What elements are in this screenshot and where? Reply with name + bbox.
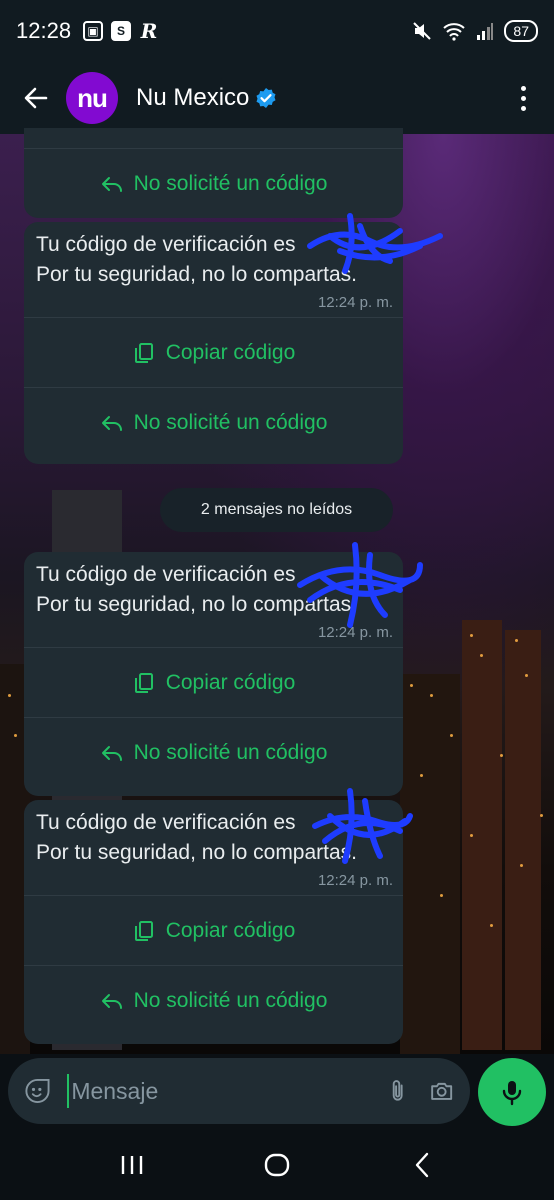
message-input[interactable] <box>71 1077 368 1105</box>
action-label: Copiar código <box>165 918 296 942</box>
arrow-left-icon <box>24 87 48 109</box>
microphone-icon <box>502 1081 522 1106</box>
action-label: Copiar código <box>165 340 296 364</box>
home-icon <box>264 1153 290 1177</box>
recents-button[interactable] <box>102 1140 162 1190</box>
reply-icon <box>101 415 122 431</box>
camera-icon[interactable] <box>429 1075 454 1107</box>
reply-icon <box>101 176 122 192</box>
unread-messages-divider: 2 mensajes no leídos <box>160 488 393 532</box>
back-nav-button[interactable] <box>392 1140 452 1190</box>
not-requested-button[interactable]: No solicité un código <box>24 717 403 787</box>
action-label: No solicité un código <box>133 410 328 434</box>
copy-code-button[interactable]: Copiar código <box>24 647 403 717</box>
message-text: Tu código de verificación es Por tu segu… <box>24 552 403 620</box>
message-line-2: Por tu seguridad, no lo compartas. <box>36 841 358 864</box>
copy-icon <box>134 920 153 941</box>
message-line-1: Tu código de verificación es <box>36 563 296 586</box>
overflow-menu-button[interactable] <box>508 78 538 118</box>
s-app-icon: S <box>111 21 132 41</box>
screenshot-icon: ▣ <box>83 21 104 41</box>
action-label: No solicité un código <box>133 740 328 764</box>
system-navigation-bar <box>0 1130 554 1200</box>
paperclip-icon[interactable] <box>385 1075 410 1107</box>
action-label: No solicité un código <box>133 171 328 195</box>
message-line-2: Por tu seguridad, no lo compartas. <box>36 593 358 616</box>
action-label: No solicité un código <box>133 988 328 1012</box>
message-bubble: No solicité un código <box>24 128 403 218</box>
message-bubble: Tu código de verificación es Por tu segu… <box>24 552 403 796</box>
mute-vibrate-icon <box>413 22 432 40</box>
copy-icon <box>134 672 153 693</box>
message-text: Tu código de verificación es Por tu segu… <box>24 800 403 868</box>
message-line-1: Tu código de verificación es <box>36 811 296 834</box>
message-bubble: Tu código de verificación es Por tu segu… <box>24 800 403 1044</box>
message-line-1: Tu código de verificación es <box>36 233 296 256</box>
contact-name: Nu Mexico <box>136 84 250 111</box>
message-time: 12:24 p. m. <box>317 294 393 311</box>
message-time: 12:24 p. m. <box>317 872 393 889</box>
contact-name-group[interactable]: Nu Mexico <box>136 84 277 112</box>
chat-header: nu Nu Mexico <box>0 62 554 134</box>
battery-indicator: 87 <box>504 20 538 42</box>
message-line-2: Por tu seguridad, no lo compartas. <box>36 263 358 286</box>
r-app-icon: R <box>140 19 158 43</box>
wifi-6-icon <box>443 23 466 41</box>
signal-icon <box>477 23 494 40</box>
copy-code-button[interactable]: Copiar código <box>24 317 403 387</box>
home-button[interactable] <box>247 1140 307 1190</box>
not-requested-button[interactable]: No solicité un código <box>24 965 403 1035</box>
message-text: Tu código de verificación es Por tu segu… <box>24 222 403 290</box>
reply-icon <box>101 993 122 1009</box>
back-nav-icon <box>415 1152 428 1178</box>
recents-icon <box>122 1156 143 1174</box>
voice-message-button[interactable] <box>478 1058 546 1126</box>
copy-icon <box>134 342 153 363</box>
back-button[interactable] <box>16 78 56 118</box>
copy-code-button[interactable]: Copiar código <box>24 895 403 965</box>
not-requested-button[interactable]: No solicité un código <box>24 148 403 218</box>
reply-icon <box>101 745 122 761</box>
message-time: 12:24 p. m. <box>317 624 393 641</box>
emoji-sticker-icon[interactable] <box>24 1074 51 1108</box>
verified-badge-icon <box>256 88 276 108</box>
message-bubble: Tu código de verificación es Por tu segu… <box>24 222 403 464</box>
action-label: Copiar código <box>165 670 296 694</box>
text-caret <box>66 1074 70 1108</box>
status-bar: 12:28 ▣ S R 87 <box>0 0 554 62</box>
not-requested-button[interactable]: No solicité un código <box>24 387 403 457</box>
contact-avatar[interactable]: nu <box>66 72 118 124</box>
status-time: 12:28 <box>16 18 72 43</box>
message-composer <box>8 1058 470 1124</box>
